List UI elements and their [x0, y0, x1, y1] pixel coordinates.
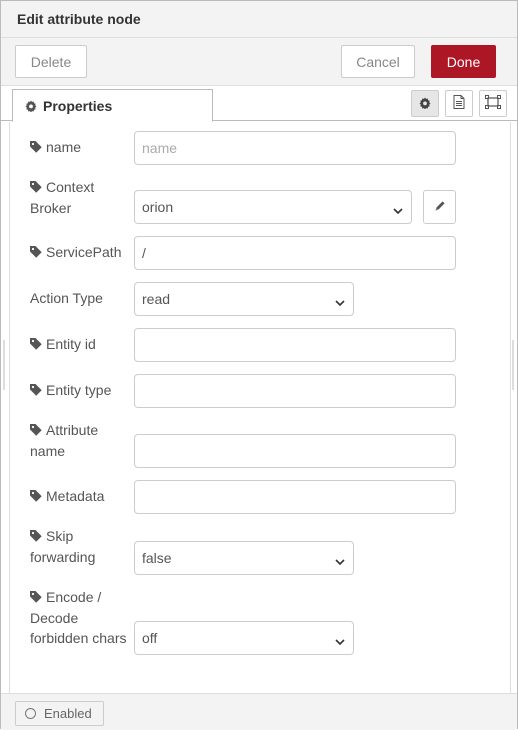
tag-icon	[30, 178, 42, 198]
node-settings-tab[interactable]	[411, 90, 439, 117]
gear-icon	[25, 100, 37, 112]
service-path-label: ServicePath	[30, 242, 121, 263]
entity-type-label: Entity type	[30, 380, 111, 401]
tag-icon	[30, 335, 42, 355]
chevron-down-icon	[335, 294, 345, 310]
tag-icon	[30, 588, 42, 608]
tag-icon	[30, 487, 42, 507]
name-label: name	[30, 137, 81, 158]
encode-decode-select[interactable]: off	[134, 621, 354, 655]
service-path-input[interactable]: /	[134, 236, 456, 270]
edit-node-tray: Edit attribute node Delete Cancel Done P…	[0, 0, 518, 730]
tray-title: Edit attribute node	[17, 11, 141, 27]
tag-icon	[30, 138, 42, 158]
cancel-button[interactable]: Cancel	[341, 45, 415, 78]
delete-button[interactable]: Delete	[15, 45, 87, 78]
tab-properties[interactable]: Properties	[12, 89, 213, 122]
gear-icon	[419, 96, 431, 112]
attribute-name-input[interactable]	[134, 434, 456, 468]
action-type-label: Action Type	[30, 290, 103, 306]
context-broker-select[interactable]: orion	[134, 190, 412, 224]
left-resize-handle[interactable]	[3, 340, 5, 390]
circle-icon	[25, 708, 36, 719]
tabs-bar: Properties	[1, 86, 517, 122]
tag-icon	[30, 527, 42, 547]
chevron-down-icon	[335, 553, 345, 569]
attribute-name-label: Attribute name	[30, 421, 99, 459]
node-description-tab[interactable]	[445, 90, 473, 117]
name-input[interactable]: name	[134, 131, 456, 165]
pencil-icon	[434, 199, 446, 215]
metadata-input[interactable]	[134, 480, 456, 514]
skip-forwarding-select[interactable]: false	[134, 541, 354, 575]
tray-footer: Enabled	[1, 693, 517, 730]
action-type-select[interactable]: read	[134, 282, 354, 316]
document-icon	[453, 95, 465, 112]
entity-id-label: Entity id	[30, 334, 96, 355]
chevron-down-icon	[393, 202, 403, 218]
chevron-down-icon	[335, 633, 345, 649]
right-resize-handle[interactable]	[512, 340, 514, 390]
node-appearance-tab[interactable]	[479, 90, 507, 117]
enabled-toggle-button[interactable]: Enabled	[15, 701, 104, 726]
context-broker-label: Context Broker	[30, 178, 95, 216]
tag-icon	[30, 381, 42, 401]
tray-header: Edit attribute node	[1, 1, 517, 38]
metadata-label: Metadata	[30, 486, 104, 507]
tag-icon	[30, 243, 42, 263]
encode-decode-label: Encode / Decode forbidden chars	[30, 588, 127, 646]
skip-forwarding-label: Skip forwarding	[30, 527, 96, 565]
frame-icon	[485, 95, 501, 112]
edit-context-broker-button[interactable]	[423, 190, 456, 224]
tab-properties-label: Properties	[43, 97, 113, 114]
tag-icon	[30, 421, 42, 441]
properties-form: name name Context Broker orion ServicePat…	[9, 122, 511, 693]
done-button[interactable]: Done	[431, 45, 496, 78]
entity-id-input[interactable]	[134, 328, 456, 362]
tray-toolbar: Delete Cancel Done	[1, 38, 517, 86]
entity-type-input[interactable]	[134, 374, 456, 408]
